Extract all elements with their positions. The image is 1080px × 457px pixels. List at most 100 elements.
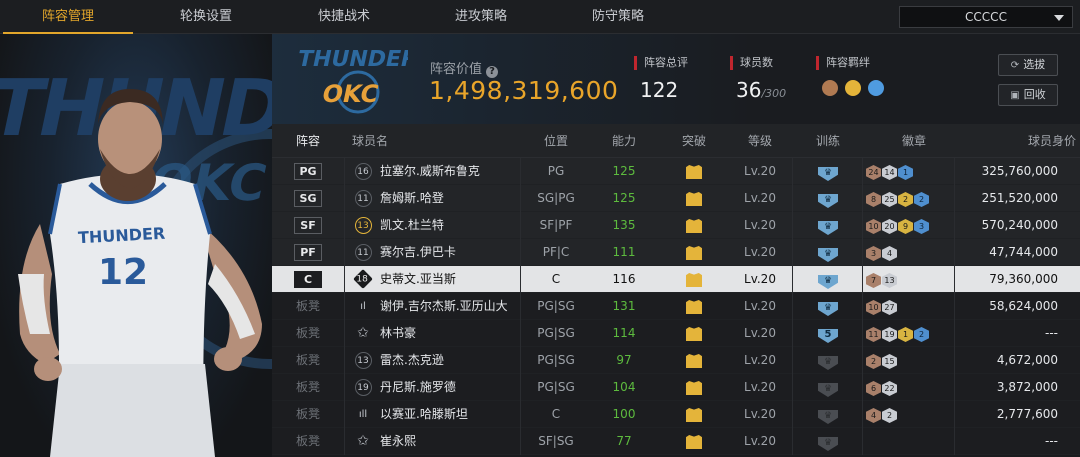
badge-gold-icon[interactable]: 1 [898,327,913,342]
training-shield-icon[interactable]: ♛ [818,275,838,289]
col-level[interactable]: 等级 [730,124,790,158]
badge-blue-icon[interactable]: 2 [914,327,929,342]
training-cell[interactable]: 5 [798,320,858,347]
player-name[interactable]: 谢伊.吉尔杰斯.亚历山大 [380,293,520,320]
col-breakthrough[interactable]: 突破 [664,124,724,158]
table-row[interactable]: SF 13 凯文.杜兰特 SF|PF 135 Lv.20 ♛ 10 20 9 3 570,240,00… [272,212,1080,239]
chemistry-blue-icon[interactable] [868,80,885,96]
lineup-cell[interactable]: PG [272,158,344,185]
breakthrough-cell[interactable] [664,266,724,293]
table-row[interactable]: C 18 史蒂文.亚当斯 C 116 Lv.20 ♛ 7 13 79,360,000 [272,266,1080,293]
badge-bronze-icon[interactable]: 6 [866,381,881,396]
badges-cell[interactable]: 6 22 [866,374,956,401]
select-button[interactable]: ⟳ 选拔 [998,54,1058,76]
training-cell[interactable]: ♛ [798,293,858,320]
lineup-cell[interactable]: 板凳 [272,374,344,401]
badge-gold-icon[interactable]: 2 [898,192,913,207]
player-name[interactable]: 以赛亚.哈滕斯坦 [380,401,520,428]
player-name[interactable]: 崔永熙 [380,428,520,455]
tab-lineup-management[interactable]: 阵容管理 [3,0,133,34]
chemistry-gold-icon[interactable] [845,80,862,96]
recycle-button[interactable]: ▣ 回收 [998,84,1058,106]
badges-cell[interactable]: 42 [866,401,956,428]
badge-silver-icon[interactable]: 14 [882,165,897,180]
player-name[interactable]: 史蒂文.亚当斯 [380,266,520,293]
col-lineup[interactable]: 阵容 [272,124,344,158]
badges-cell[interactable]: 34 [866,239,956,266]
col-position[interactable]: 位置 [520,124,592,158]
breakthrough-cell[interactable] [664,293,724,320]
training-cell[interactable]: ♛ [798,239,858,266]
chemistry-bronze-icon[interactable] [822,80,838,96]
badges-cell[interactable]: 8 25 2 2 [866,185,956,212]
badges-cell[interactable]: 10 20 9 3 [866,212,956,239]
table-row[interactable]: 板凳 19 丹尼斯.施罗德 PG|SG 104 Lv.20 ♛ 6 22 3,872,000 [272,374,1080,401]
lineup-cell[interactable]: 板凳 [272,347,344,374]
col-name[interactable]: 球员名 [352,124,412,158]
badge-silver-icon[interactable]: 15 [882,354,897,369]
badge-silver-icon[interactable]: 19 [882,327,897,342]
tab-defense-strategy[interactable]: 防守策略 [553,0,683,34]
breakthrough-cell[interactable] [664,320,724,347]
training-cell[interactable]: ♛ [798,374,858,401]
table-row[interactable]: PF 11 赛尔吉.伊巴卡 PF|C 111 Lv.20 ♛ 3 4 47,744,000 [272,239,1080,266]
badge-bronze-icon[interactable]: 7 [866,273,881,288]
badge-bronze-icon[interactable]: 10 [866,300,881,315]
lineup-cell[interactable]: C [272,266,344,293]
tab-offense-strategy[interactable]: 进攻策略 [416,0,546,34]
training-cell[interactable]: ♛ [798,185,858,212]
breakthrough-cell[interactable] [664,185,724,212]
tab-quick-tactics[interactable]: 快捷战术 [279,0,409,34]
breakthrough-cell[interactable] [664,212,724,239]
badge-silver-icon[interactable]: 27 [882,300,897,315]
player-name[interactable]: 林书豪 [380,320,520,347]
player-name[interactable]: 赛尔吉.伊巴卡 [380,239,520,266]
badge-bronze-icon[interactable]: 24 [866,165,881,180]
training-cell[interactable]: ♛ [798,401,858,428]
badges-cell[interactable]: 2 15 [866,347,956,374]
team-select-dropdown[interactable]: CCCCC [899,6,1073,28]
training-cell[interactable]: ♛ [798,266,858,293]
lineup-cell[interactable]: 板凳 [272,428,344,455]
col-value[interactable]: 球员身价 [992,124,1076,158]
lineup-cell[interactable]: 板凳 [272,293,344,320]
col-badges[interactable]: 徽章 [869,124,959,158]
lineup-cell[interactable]: 板凳 [272,401,344,428]
training-shield-icon[interactable]: ♛ [818,437,838,451]
training-shield-icon[interactable]: ♛ [818,221,838,235]
table-row[interactable]: 板凳 ✩ 林书豪 PG|SG 114 Lv.20 5 11 19 1 2 --- [272,320,1080,347]
training-shield-icon[interactable]: ♛ [818,383,838,397]
badges-cell[interactable]: 10 27 [866,293,956,320]
lineup-cell[interactable]: SG [272,185,344,212]
badges-cell[interactable]: 11 19 1 2 [866,320,956,347]
player-name[interactable]: 拉塞尔.威斯布鲁克 [380,158,520,185]
breakthrough-cell[interactable] [664,158,724,185]
training-shield-icon[interactable]: ♛ [818,248,838,262]
col-training[interactable]: 训练 [798,124,858,158]
badge-silver-icon[interactable]: 4 [882,246,897,261]
badge-silver-icon[interactable]: 25 [882,192,897,207]
player-name[interactable]: 詹姆斯.哈登 [380,185,520,212]
col-ability[interactable]: 能力 [594,124,654,158]
badge-blue-icon[interactable]: 2 [914,192,929,207]
badges-cell[interactable]: 24 14 1 [866,158,956,185]
training-shield-icon[interactable]: ♛ [818,167,838,181]
badge-silver-icon[interactable]: 20 [882,219,897,234]
training-cell[interactable]: ♛ [798,158,858,185]
table-row[interactable]: 板凳 ıl 谢伊.吉尔杰斯.亚历山大 PG|SG 131 Lv.20 ♛ 10 27 58,624… [272,293,1080,320]
lineup-cell[interactable]: SF [272,212,344,239]
badge-bronze-icon[interactable]: 8 [866,192,881,207]
badge-silver-icon[interactable]: 2 [882,408,897,423]
badges-cell[interactable] [866,428,956,455]
training-cell[interactable]: ♛ [798,212,858,239]
tab-rotation-settings[interactable]: 轮换设置 [141,0,271,34]
training-level-icon[interactable]: 5 [818,329,838,343]
player-name[interactable]: 凯文.杜兰特 [380,212,520,239]
breakthrough-cell[interactable] [664,239,724,266]
badge-silver-icon[interactable]: 13 [882,273,897,288]
badge-bronze-icon[interactable]: 2 [866,354,881,369]
badge-bronze-icon[interactable]: 11 [866,327,881,342]
badge-bronze-icon[interactable]: 3 [866,246,881,261]
training-cell[interactable]: ♛ [798,347,858,374]
training-shield-icon[interactable]: ♛ [818,356,838,370]
